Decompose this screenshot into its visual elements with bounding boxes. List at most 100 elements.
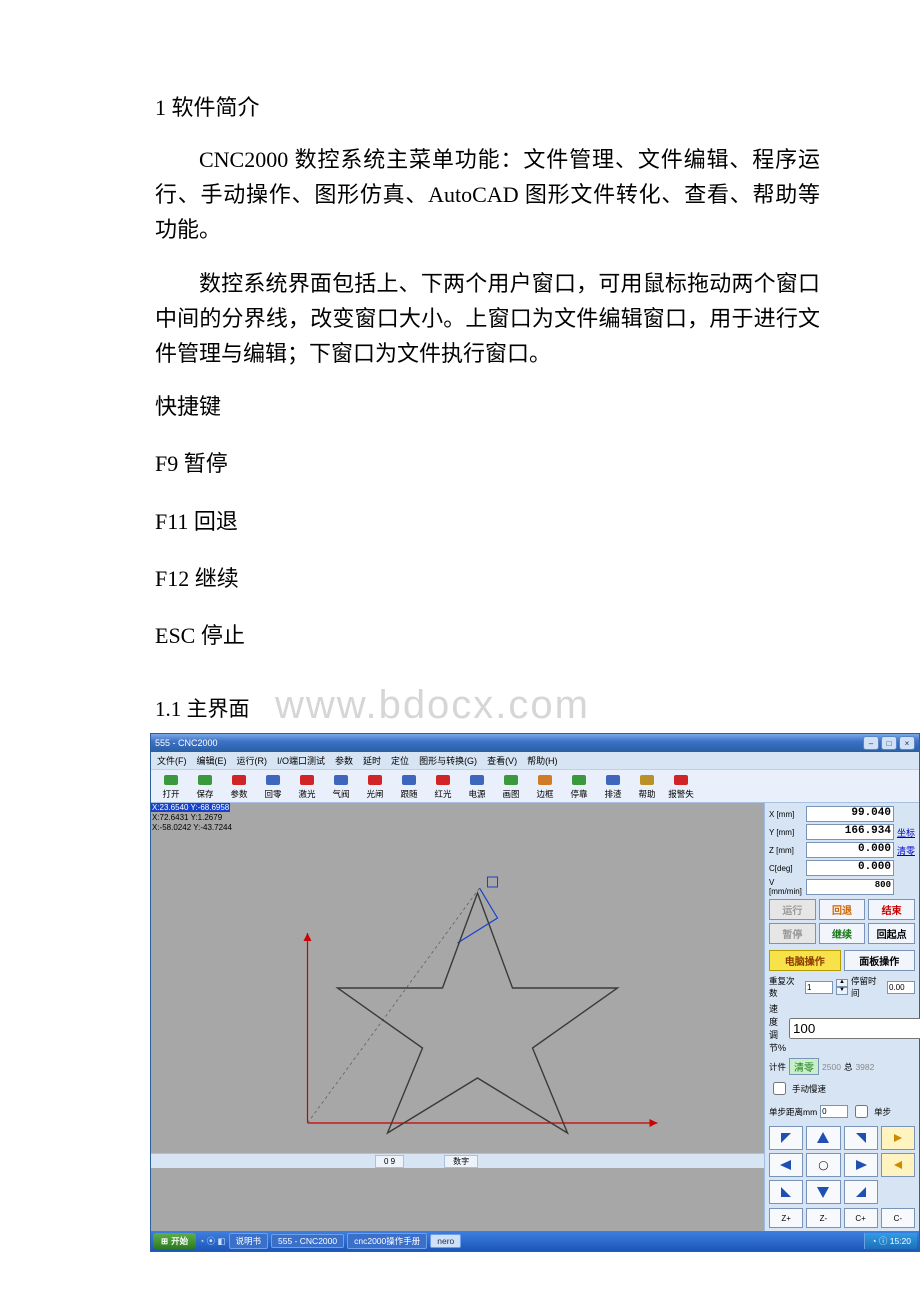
tool-frame-label: 边框 bbox=[536, 788, 553, 800]
menu-help[interactable]: 帮助(H) bbox=[527, 754, 558, 767]
count-total: 3982 bbox=[855, 1062, 874, 1072]
y-readout: 166.934 bbox=[806, 824, 894, 840]
windows-flag-icon: ⊞ bbox=[161, 1236, 168, 1247]
home-button[interactable]: 回起点 bbox=[868, 923, 915, 944]
tool-alarm[interactable]: 报警失 bbox=[665, 772, 697, 801]
zero-link[interactable]: 清零 bbox=[897, 844, 915, 857]
continue-button[interactable]: 继续 bbox=[819, 923, 866, 944]
single-step-check[interactable] bbox=[855, 1105, 868, 1118]
speed-label: 速度调节% bbox=[769, 1002, 786, 1054]
run-button[interactable]: 运行 bbox=[769, 899, 816, 920]
tool-follow[interactable]: 跟随 bbox=[393, 772, 425, 801]
window-titlebar[interactable]: 555 - CNC2000 – □ × bbox=[151, 734, 919, 752]
menu-run[interactable]: 运行(R) bbox=[237, 754, 268, 767]
taskbar-item-3[interactable]: cnc2000操作手册 bbox=[347, 1233, 427, 1249]
jog-up[interactable] bbox=[806, 1126, 840, 1150]
panel-operate-button[interactable]: 面板操作 bbox=[844, 950, 916, 971]
tool-pause[interactable]: 停靠 bbox=[563, 772, 595, 801]
side-panel: X [mm] 99.040 Y [mm] 166.934 坐标 Z [mm] 0… bbox=[764, 803, 919, 1231]
z-plus-button[interactable]: Z+ bbox=[769, 1208, 803, 1228]
jog-c-plus2[interactable] bbox=[881, 1126, 915, 1150]
maximize-button[interactable]: □ bbox=[881, 736, 897, 750]
tool-laser[interactable]: 激光 bbox=[291, 772, 323, 801]
menu-delay[interactable]: 延时 bbox=[363, 754, 381, 767]
manual-slow-check[interactable] bbox=[773, 1082, 786, 1095]
system-tray[interactable]: ◔ ⓘ 15:20 bbox=[864, 1233, 917, 1249]
end-button[interactable]: 结束 bbox=[868, 899, 915, 920]
menu-edit[interactable]: 编辑(E) bbox=[197, 754, 227, 767]
start-label: 开始 bbox=[171, 1235, 188, 1247]
coord-line-1: X:23.6540 Y:-68.6958 bbox=[151, 803, 230, 812]
jog-left[interactable] bbox=[769, 1153, 803, 1177]
start-button[interactable]: ⊞ 开始 bbox=[153, 1233, 196, 1249]
status-right: 数字 bbox=[444, 1155, 478, 1168]
menubar: 文件(F) 编辑(E) 运行(R) I/O端口测试 参数 延时 定位 图形与转换… bbox=[151, 752, 919, 769]
tool-air[interactable]: 气阀 bbox=[325, 772, 357, 801]
z-minus-button[interactable]: Z- bbox=[806, 1208, 840, 1228]
menu-graphics[interactable]: 图形与转换(G) bbox=[419, 754, 477, 767]
tool-follow-label: 跟随 bbox=[400, 788, 417, 800]
jog-downright[interactable] bbox=[844, 1180, 878, 1204]
tool-save-label: 保存 bbox=[196, 788, 213, 800]
minimize-button[interactable]: – bbox=[863, 736, 879, 750]
tool-light[interactable]: 光闸 bbox=[359, 772, 391, 801]
c-minus-button[interactable]: C- bbox=[881, 1208, 915, 1228]
pause-button[interactable]: 暂停 bbox=[769, 923, 816, 944]
tool-light-label: 光闸 bbox=[366, 788, 383, 800]
repeat-spinner[interactable]: ▲▼ bbox=[836, 979, 848, 995]
tool-power[interactable]: 电源 bbox=[461, 772, 493, 801]
jog-down[interactable] bbox=[806, 1180, 840, 1204]
menu-view[interactable]: 查看(V) bbox=[487, 754, 517, 767]
menu-io[interactable]: I/O端口测试 bbox=[277, 754, 325, 767]
c-plus-button[interactable]: C+ bbox=[844, 1208, 878, 1228]
jog-downleft[interactable] bbox=[769, 1180, 803, 1204]
clear-count-button[interactable]: 清零 bbox=[789, 1058, 819, 1075]
menu-params[interactable]: 参数 bbox=[335, 754, 353, 767]
help-icon bbox=[638, 773, 656, 787]
jog-right[interactable] bbox=[844, 1153, 878, 1177]
jog-center-icon[interactable]: ◯ bbox=[806, 1153, 840, 1177]
tool-draw[interactable]: 画图 bbox=[495, 772, 527, 801]
drawing-canvas[interactable] bbox=[151, 833, 764, 1153]
windows-taskbar[interactable]: ⊞ 开始 ◔ ⦿ ◧ 说明书 555 - CNC2000 cnc2000操作手册… bbox=[151, 1231, 919, 1251]
single-step-label: 单步 bbox=[874, 1106, 891, 1118]
coord-link[interactable]: 坐标 bbox=[897, 826, 915, 839]
v-label: V [mm/min] bbox=[769, 878, 803, 896]
menu-locate[interactable]: 定位 bbox=[391, 754, 409, 767]
jog-upright[interactable] bbox=[844, 1126, 878, 1150]
tool-power-label: 电源 bbox=[468, 788, 485, 800]
section-1-heading: 1 软件简介 bbox=[155, 90, 820, 122]
tool-frame[interactable]: 边框 bbox=[529, 772, 561, 801]
tool-open[interactable]: 打开 bbox=[155, 772, 187, 801]
repeat-input[interactable] bbox=[805, 981, 833, 994]
taskbar-item-2[interactable]: 555 - CNC2000 bbox=[271, 1234, 344, 1248]
tool-origin[interactable]: 回零 bbox=[257, 772, 289, 801]
close-button[interactable]: × bbox=[899, 736, 915, 750]
frame-icon bbox=[536, 773, 554, 787]
tool-slag[interactable]: 排渣 bbox=[597, 772, 629, 801]
taskbar-item-1[interactable]: 说明书 bbox=[229, 1233, 269, 1249]
tool-laser-label: 激光 bbox=[298, 788, 315, 800]
tool-params[interactable]: 参数 bbox=[223, 772, 255, 801]
tool-red[interactable]: 红光 bbox=[427, 772, 459, 801]
tool-params-label: 参数 bbox=[230, 788, 247, 800]
menu-file[interactable]: 文件(F) bbox=[157, 754, 187, 767]
back-button[interactable]: 回退 bbox=[819, 899, 866, 920]
coord-line-2: X:72.6431 Y:1.2679 bbox=[151, 813, 223, 822]
dwell-input[interactable] bbox=[887, 981, 915, 994]
tool-save[interactable]: 保存 bbox=[189, 772, 221, 801]
manual-slow-label: 手动慢速 bbox=[792, 1083, 826, 1095]
step-dist-input[interactable] bbox=[820, 1105, 848, 1118]
jog-c-minus2[interactable] bbox=[881, 1153, 915, 1177]
shortcut-heading: 快捷键 bbox=[155, 389, 820, 424]
tool-help[interactable]: 帮助 bbox=[631, 772, 663, 801]
watermark-text: www.bdocx.com bbox=[275, 683, 590, 728]
section-1-1-heading: 1.1 主界面 www.bdocx.com bbox=[155, 693, 820, 723]
x-label: X [mm] bbox=[769, 810, 803, 819]
z-readout: 0.000 bbox=[806, 842, 894, 858]
window-title: 555 - CNC2000 bbox=[155, 738, 863, 748]
pc-operate-button[interactable]: 电脑操作 bbox=[769, 950, 841, 971]
jog-upleft[interactable] bbox=[769, 1126, 803, 1150]
ime-indicator[interactable]: nero bbox=[430, 1234, 461, 1248]
speed-input[interactable] bbox=[789, 1018, 920, 1039]
